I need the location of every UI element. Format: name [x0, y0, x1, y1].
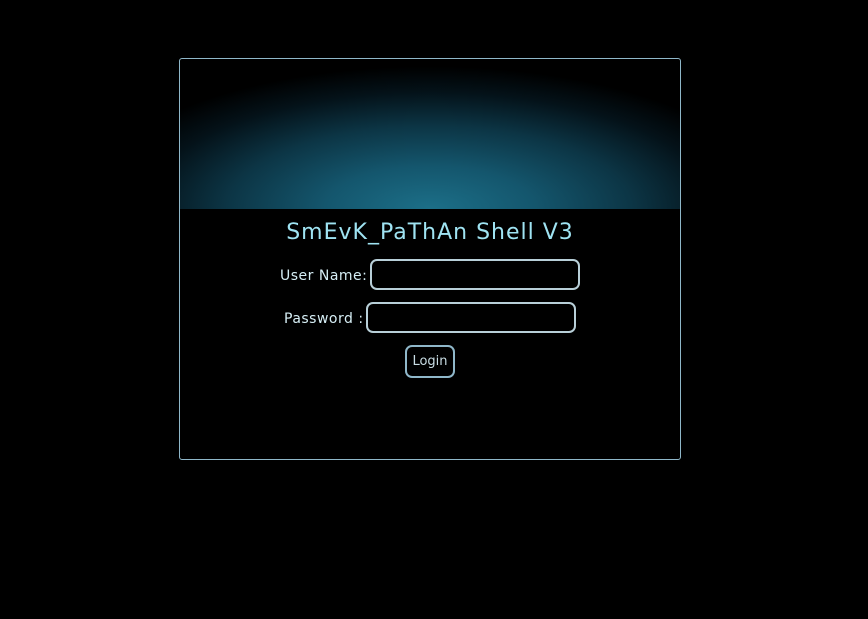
login-panel: SmEvK_PaThAn Shell V3 User Name: Passwor… [179, 58, 681, 460]
password-row: Password : [180, 302, 680, 336]
login-button[interactable]: Login [405, 345, 455, 378]
username-row: User Name: [180, 259, 680, 293]
page-title: SmEvK_PaThAn Shell V3 [286, 220, 574, 245]
username-input[interactable] [370, 259, 580, 290]
username-label: User Name: [280, 268, 368, 284]
password-label: Password : [284, 311, 364, 327]
header-banner [180, 59, 680, 209]
password-input[interactable] [366, 302, 576, 333]
